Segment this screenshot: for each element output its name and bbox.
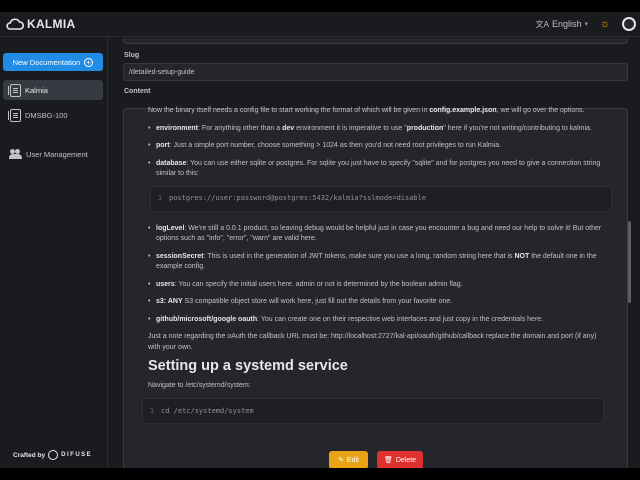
- app-window: KALMIA 文A English ▾ ☼ New Documentation …: [0, 12, 640, 468]
- avatar[interactable]: [622, 17, 636, 31]
- sidebar-item-kalmia[interactable]: Kalmia: [3, 80, 103, 100]
- chevron-down-icon: ▾: [584, 21, 588, 28]
- editor-content[interactable]: Now the binary itself needs a config fil…: [142, 106, 612, 436]
- line-number: 1: [149, 406, 155, 415]
- language-label: English: [551, 19, 582, 29]
- sun-icon[interactable]: ☼: [598, 18, 612, 30]
- list-item: s3: ANY S3 compatible object store will …: [148, 297, 606, 308]
- intro-paragraph: Now the binary itself needs a config fil…: [148, 107, 585, 114]
- content-label: Content: [124, 88, 151, 95]
- slug-label: Slug: [124, 52, 140, 59]
- users-icon: [9, 149, 22, 159]
- code-line: postgres://user:password@postgres:5432/k…: [169, 194, 427, 203]
- oauth-note: Just a note regarding the oAuth the call…: [148, 333, 597, 351]
- code-block[interactable]: 1 postgres://user:password@postgres:5432/…: [150, 185, 612, 212]
- book-icon: [8, 83, 21, 97]
- edit-label: Edit: [346, 456, 359, 464]
- language-selector[interactable]: 文A English ▾: [536, 19, 588, 30]
- book-icon: [8, 108, 21, 122]
- cloud-logo-icon: [6, 18, 24, 30]
- crafted-by-label: Crafted by: [13, 451, 46, 459]
- list-item: database: You can use either sqlite or p…: [148, 159, 612, 212]
- list-item: github/microsoft/google oauth: You can c…: [148, 315, 606, 326]
- list-item: users: You can specify the initial users…: [148, 280, 606, 291]
- line-number: 1: [157, 194, 163, 203]
- delete-button[interactable]: 🗑 Delete: [377, 451, 423, 468]
- list-item: port: Just a simple port number, choose …: [148, 141, 606, 152]
- translate-icon: 文A: [535, 19, 549, 29]
- top-header: KALMIA 文A English ▾ ☼: [0, 12, 640, 37]
- sidebar-item-dmsbg-100[interactable]: DMSBG-100: [3, 105, 103, 125]
- editor-scrollbar[interactable]: [628, 221, 631, 303]
- slug-value: /detailed-setup-guide: [129, 68, 195, 76]
- crafted-by: Crafted by DIFUSE: [13, 450, 92, 460]
- difuse-logo-icon: [48, 450, 59, 460]
- sidebar: New Documentation + Kalmia DMSBG-100 Use…: [0, 38, 108, 468]
- difuse-brand: DIFUSE: [61, 452, 93, 458]
- plus-circle-icon: +: [84, 57, 94, 67]
- sidebar-item-user-management[interactable]: User Management: [3, 144, 103, 164]
- list-item: environment: For anything other than a d…: [148, 124, 606, 135]
- new-documentation-button[interactable]: New Documentation +: [3, 53, 103, 71]
- trash-icon: 🗑: [383, 457, 393, 464]
- app-logo[interactable]: KALMIA: [6, 17, 75, 31]
- sidebar-item-label: Kalmia: [25, 85, 48, 95]
- slug-input[interactable]: /detailed-setup-guide: [123, 63, 628, 81]
- delete-label: Delete: [395, 456, 417, 464]
- section-heading: Setting up a systemd service: [148, 358, 348, 374]
- list-item: logLevel: We're still a 0.0.1 product, s…: [148, 224, 606, 245]
- title-input-remnant[interactable]: [123, 38, 628, 44]
- code-block[interactable]: 1 cd /etc/systemd/system: [142, 398, 604, 424]
- options-list: environment: For anything other than a d…: [148, 124, 612, 326]
- edit-button[interactable]: ✎ Edit: [329, 451, 368, 468]
- list-item: sessionSecret: This is used in the gener…: [148, 252, 606, 273]
- code-line: cd /etc/systemd/system: [161, 406, 254, 415]
- new-documentation-label: New Documentation: [12, 57, 81, 67]
- sidebar-item-label: DMSBG-100: [25, 110, 68, 120]
- navigate-paragraph: Navigate to /etc/systemd/system:: [148, 381, 251, 389]
- app-title: KALMIA: [27, 17, 76, 31]
- pencil-icon: ✎: [338, 457, 344, 464]
- sidebar-item-label: User Management: [26, 149, 88, 159]
